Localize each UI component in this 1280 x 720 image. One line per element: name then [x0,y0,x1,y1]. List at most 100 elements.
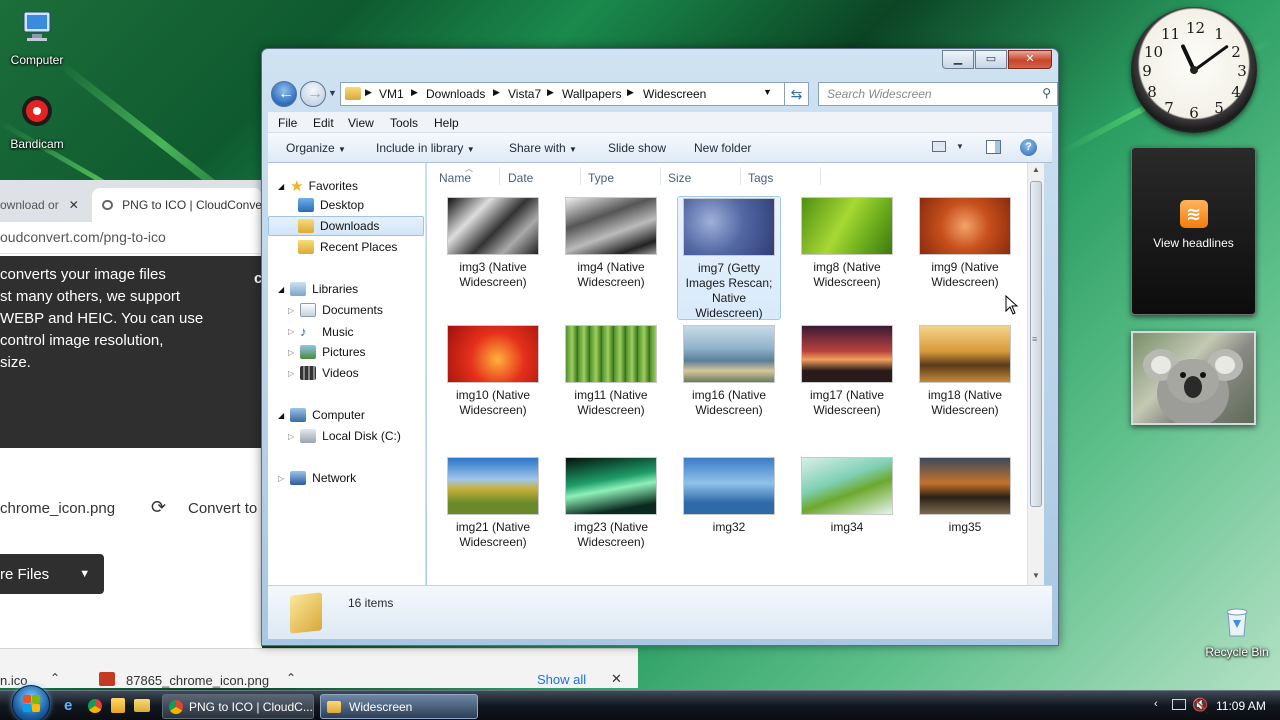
scroll-up-icon[interactable]: ▲ [1032,165,1040,174]
nav-favorites[interactable]: ◢ ★ Favorites [278,177,358,195]
desktop-icon-recycle-bin[interactable]: Recycle Bin [1200,606,1274,659]
back-button[interactable]: ← [271,81,297,107]
slide-show-button[interactable]: Slide show [608,141,666,155]
menu-help[interactable]: Help [434,116,459,130]
file-item-selected[interactable]: img7 (Getty Images Rescan; Native Widesc… [677,196,781,320]
address-bar[interactable]: oudconvert.com/png-to-ico [0,222,262,254]
breadcrumb-item[interactable]: Downloads [426,87,485,101]
address-dropdown-icon[interactable]: ▼ [763,87,772,97]
feed-headlines-gadget[interactable]: ≋ View headlines [1131,147,1256,315]
column-header-tags[interactable]: Tags [748,171,773,185]
download-item-label[interactable]: 87865_chrome_icon.png [126,673,269,688]
menu-file[interactable]: File [278,116,297,130]
chevron-up-icon[interactable]: ⌃ [286,671,296,685]
chrome-window[interactable]: ownload or ✕ PNG to ICO | CloudConve oud… [0,180,262,685]
nav-network[interactable]: ▷ Network [278,471,356,485]
nav-recent-places[interactable]: Recent Places [298,240,397,254]
column-separator[interactable] [820,167,821,185]
menu-view[interactable]: View [348,116,374,130]
nav-pictures[interactable]: ▷ Pictures [288,345,366,359]
minimize-button[interactable]: ▁ [942,50,974,69]
file-item[interactable]: img34 [795,457,899,535]
start-button[interactable] [12,685,50,720]
nav-downloads[interactable]: Downloads [298,219,379,233]
network-status-icon[interactable] [1172,699,1186,710]
column-separator[interactable] [499,167,500,185]
include-in-library-button[interactable]: Include in library ▼ [376,141,475,155]
column-header-type[interactable]: Type [588,171,614,185]
file-item[interactable]: img17 (Native Widescreen) [795,325,899,418]
chevron-down-icon[interactable]: ▼ [956,142,964,151]
nav-music[interactable]: ▷ ♪ Music [288,324,354,339]
file-item[interactable]: img4 (Native Widescreen) [559,197,663,290]
nav-documents[interactable]: ▷ Documents [288,303,383,317]
nav-computer[interactable]: ◢ Computer [278,408,365,422]
desktop-icon-computer[interactable]: Computer [0,8,74,67]
column-header-size[interactable]: Size [668,171,691,185]
view-headlines-link[interactable]: View headlines [1132,236,1255,250]
file-list-pane[interactable]: Name ︿ Date Type Size Tags img3 (Native … [427,163,1044,585]
taskbar-item-chrome[interactable]: PNG to ICO | CloudC... [162,694,314,719]
forward-button[interactable]: → [300,81,326,107]
chevron-up-icon[interactable]: ⌃ [50,671,60,685]
media-player-icon[interactable] [111,698,125,713]
file-item[interactable]: img9 (Native Widescreen) [913,197,1017,290]
search-icon[interactable]: ⚲ [1042,86,1051,100]
chrome-tab-active[interactable]: PNG to ICO | CloudConve [92,188,262,222]
scrollbar-thumb[interactable]: ≡ [1030,181,1042,507]
breadcrumb-item[interactable]: VM1 [379,87,404,101]
breadcrumb-item[interactable]: Widescreen [643,87,706,101]
file-item[interactable]: img16 (Native Widescreen) [677,325,781,418]
address-bar[interactable]: ▶ VM1 ▶ Downloads ▶ Vista7 ▶ Wallpapers … [340,82,785,106]
breadcrumb-item[interactable]: Wallpapers [562,87,622,101]
clock-gadget[interactable]: 12 1 2 3 4 5 6 7 8 9 10 11 [1131,7,1257,133]
file-item[interactable]: img21 (Native Widescreen) [441,457,545,550]
add-more-files-button[interactable]: re Files ▼ [0,554,104,594]
column-separator[interactable] [740,167,741,185]
search-input[interactable]: Search Widescreen ⚲ [818,82,1058,106]
close-icon[interactable]: ✕ [69,198,79,212]
column-header-date[interactable]: Date [508,171,533,185]
volume-muted-icon[interactable]: 🔇 [1192,697,1208,713]
file-item[interactable]: img32 [677,457,781,535]
file-item[interactable]: img8 (Native Widescreen) [795,197,899,290]
menu-tools[interactable]: Tools [390,116,418,130]
maximize-button[interactable]: ▭ [975,50,1007,69]
taskbar-item-explorer[interactable]: Widescreen [320,694,478,719]
nav-videos[interactable]: ▷ Videos [288,366,359,380]
organize-button[interactable]: Organize ▼ [286,141,346,155]
file-item[interactable]: img11 (Native Widescreen) [559,325,663,418]
nav-desktop[interactable]: Desktop [298,198,364,212]
refresh-icon[interactable]: ⟳ [151,497,166,518]
help-icon[interactable]: ? [1020,139,1037,156]
recent-pages-chevron-icon[interactable]: ▼ [328,88,337,98]
slideshow-gadget[interactable] [1131,331,1256,427]
vertical-scrollbar[interactable]: ▲ ≡ ▼ [1027,163,1044,585]
internet-explorer-icon[interactable]: e [64,697,72,714]
preview-pane-icon[interactable] [986,140,1001,154]
nav-local-disk[interactable]: ▷ Local Disk (C:) [288,429,401,443]
column-separator[interactable] [660,167,661,185]
file-item[interactable]: img23 (Native Widescreen) [559,457,663,550]
new-folder-button[interactable]: New folder [694,141,751,155]
chevron-left-icon[interactable]: ‹ [1154,698,1158,710]
close-icon[interactable]: ✕ [611,671,622,687]
file-item[interactable]: img3 (Native Widescreen) [441,197,545,290]
share-with-button[interactable]: Share with ▼ [509,141,577,155]
show-all-link[interactable]: Show all [537,672,586,687]
file-item[interactable]: img18 (Native Widescreen) [913,325,1017,418]
scroll-down-icon[interactable]: ▼ [1032,571,1040,580]
desktop-icon-bandicam[interactable]: Bandicam [0,92,74,151]
file-item[interactable]: img35 [913,457,1017,535]
chrome-tab-previous[interactable]: ownload or ✕ [0,188,92,222]
breadcrumb-item[interactable]: Vista7 [508,87,541,101]
explorer-folder-icon[interactable] [134,699,150,712]
close-button[interactable]: ✕ [1008,50,1052,69]
nav-libraries[interactable]: ◢ Libraries [278,282,358,296]
convert-to-label[interactable]: Convert to [188,500,257,517]
clock-time[interactable]: 11:09 AM [1216,699,1266,713]
menu-edit[interactable]: Edit [313,116,334,130]
explorer-window[interactable]: ▁ ▭ ✕ ← → ▼ ▶ VM1 ▶ Downloads ▶ Vista7 ▶… [261,48,1059,646]
chrome-icon[interactable] [88,699,102,713]
file-item[interactable]: img10 (Native Widescreen) [441,325,545,418]
